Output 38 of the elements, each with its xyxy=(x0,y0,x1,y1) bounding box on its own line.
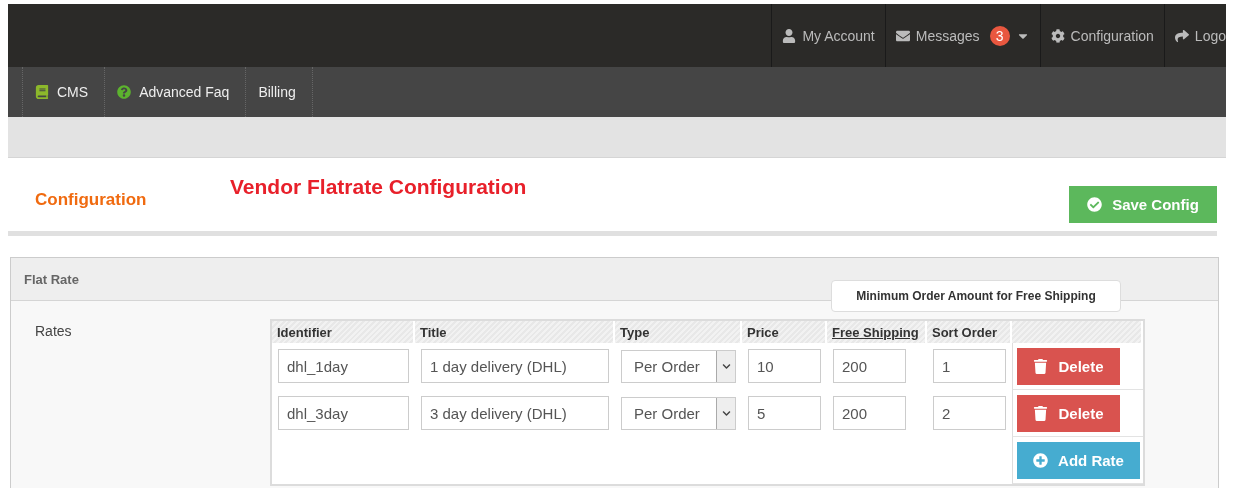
envelope-icon xyxy=(895,28,910,43)
field-label: Rates xyxy=(34,323,73,341)
delete-button[interactable]: Delete xyxy=(1017,394,1120,432)
type-select[interactable]: Per Order xyxy=(621,396,736,430)
column-header: Sort Order xyxy=(927,321,1012,343)
settings-icon xyxy=(1050,28,1065,43)
type-select[interactable]: Per Order xyxy=(621,349,736,383)
trash-icon xyxy=(1033,358,1049,374)
sort-order-field[interactable]: 1 xyxy=(933,349,1006,383)
question-icon xyxy=(117,85,132,99)
arrow-icon xyxy=(1174,28,1189,43)
user-icon xyxy=(782,28,797,43)
column-header: Type xyxy=(615,321,742,343)
sort-order-field[interactable]: 2 xyxy=(933,396,1006,430)
title-field[interactable]: 1 day delivery (DHL) xyxy=(421,349,609,383)
price-field[interactable]: 5 xyxy=(748,396,821,430)
delete-button[interactable]: Delete xyxy=(1017,347,1120,385)
page-title: Vendor Flatrate Configuration xyxy=(230,175,528,199)
identifier-field[interactable]: dhl_1day xyxy=(278,349,409,383)
price-field[interactable]: 10 xyxy=(748,349,821,383)
trash-icon xyxy=(1033,405,1049,421)
column-header: Free Shipping xyxy=(827,321,927,343)
check-icon xyxy=(1087,197,1103,212)
plus-icon xyxy=(1033,452,1049,468)
chevron-icon xyxy=(721,361,731,371)
message-count-badge: 3 xyxy=(989,25,1010,46)
free-shipping-field[interactable]: 200 xyxy=(833,396,906,430)
title-field[interactable]: 3 day delivery (DHL) xyxy=(421,396,609,430)
identifier-field[interactable]: dhl_3day xyxy=(278,396,409,430)
panel-title: Flat Rate xyxy=(24,271,79,287)
column-header: Price xyxy=(742,321,827,343)
tooltip: Minimum Order Amount for Free Shipping xyxy=(831,280,1121,312)
book-icon xyxy=(35,85,49,99)
column-header: Identifier xyxy=(272,321,415,343)
chevron-icon xyxy=(721,408,731,418)
column-header: Title xyxy=(415,321,615,343)
free-shipping-field[interactable]: 200 xyxy=(833,349,906,383)
section-heading: Configuration xyxy=(35,190,148,210)
